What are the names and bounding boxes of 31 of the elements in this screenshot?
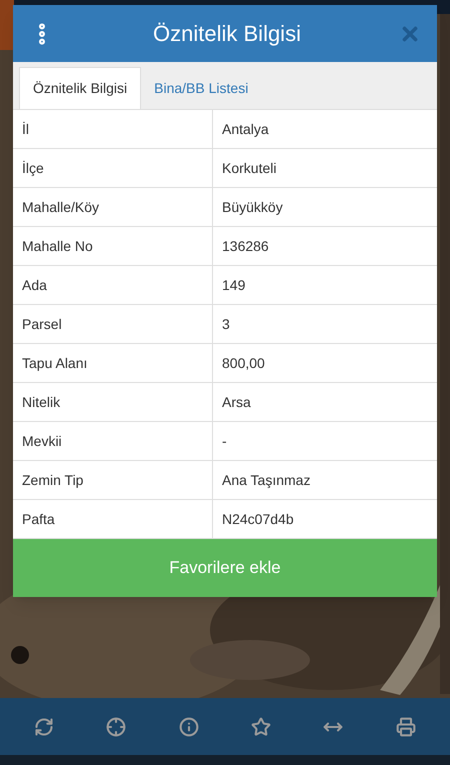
table-cell-text: 3 <box>221 314 231 334</box>
table-cell: Nitelik <box>13 383 213 421</box>
table-cell: Tapu Alanı <box>13 344 213 382</box>
table-cell: Parsel <box>13 305 213 343</box>
add-to-favorites-button[interactable]: Favorilere ekle <box>13 539 437 597</box>
table-cell-text: Korkuteli <box>221 158 278 178</box>
table-cell: Mevkii <box>13 422 213 460</box>
table-cell: Zemin Tip <box>13 461 213 499</box>
crosshair-icon[interactable] <box>106 716 126 736</box>
table-cell-text: N24c07d4b <box>221 510 295 528</box>
refresh-icon[interactable] <box>34 716 54 736</box>
table-cell: Pafta <box>13 500 213 538</box>
print-icon[interactable] <box>396 716 416 736</box>
table-cell: Mahalle/Köy <box>13 188 213 226</box>
table-cell-text: 149 <box>221 276 246 294</box>
table-cell: İlçe <box>13 149 213 187</box>
dialog-title: Öznitelik Bilgisi <box>152 20 302 48</box>
table-cell: İl <box>13 110 213 148</box>
table-cell-text: Ana Taşınmaz <box>221 470 312 490</box>
table-cell-text: Arsa <box>221 392 252 412</box>
tab[interactable]: Öznitelik Bilgisi <box>19 67 142 109</box>
star-icon[interactable] <box>251 716 272 736</box>
table-cell-text: Büyükköy <box>221 198 284 217</box>
table-cell-text: 136286 <box>221 236 270 256</box>
table-cell-text: - <box>221 432 228 450</box>
table-cell-text: Antalya <box>221 120 270 139</box>
info-icon[interactable] <box>178 716 199 736</box>
table-cell-text: 800,00 <box>221 354 266 372</box>
table-cell: Mahalle No <box>13 227 213 265</box>
table-cell: Ada <box>13 266 213 304</box>
tab[interactable]: Bina/BB Listesi <box>141 67 262 109</box>
